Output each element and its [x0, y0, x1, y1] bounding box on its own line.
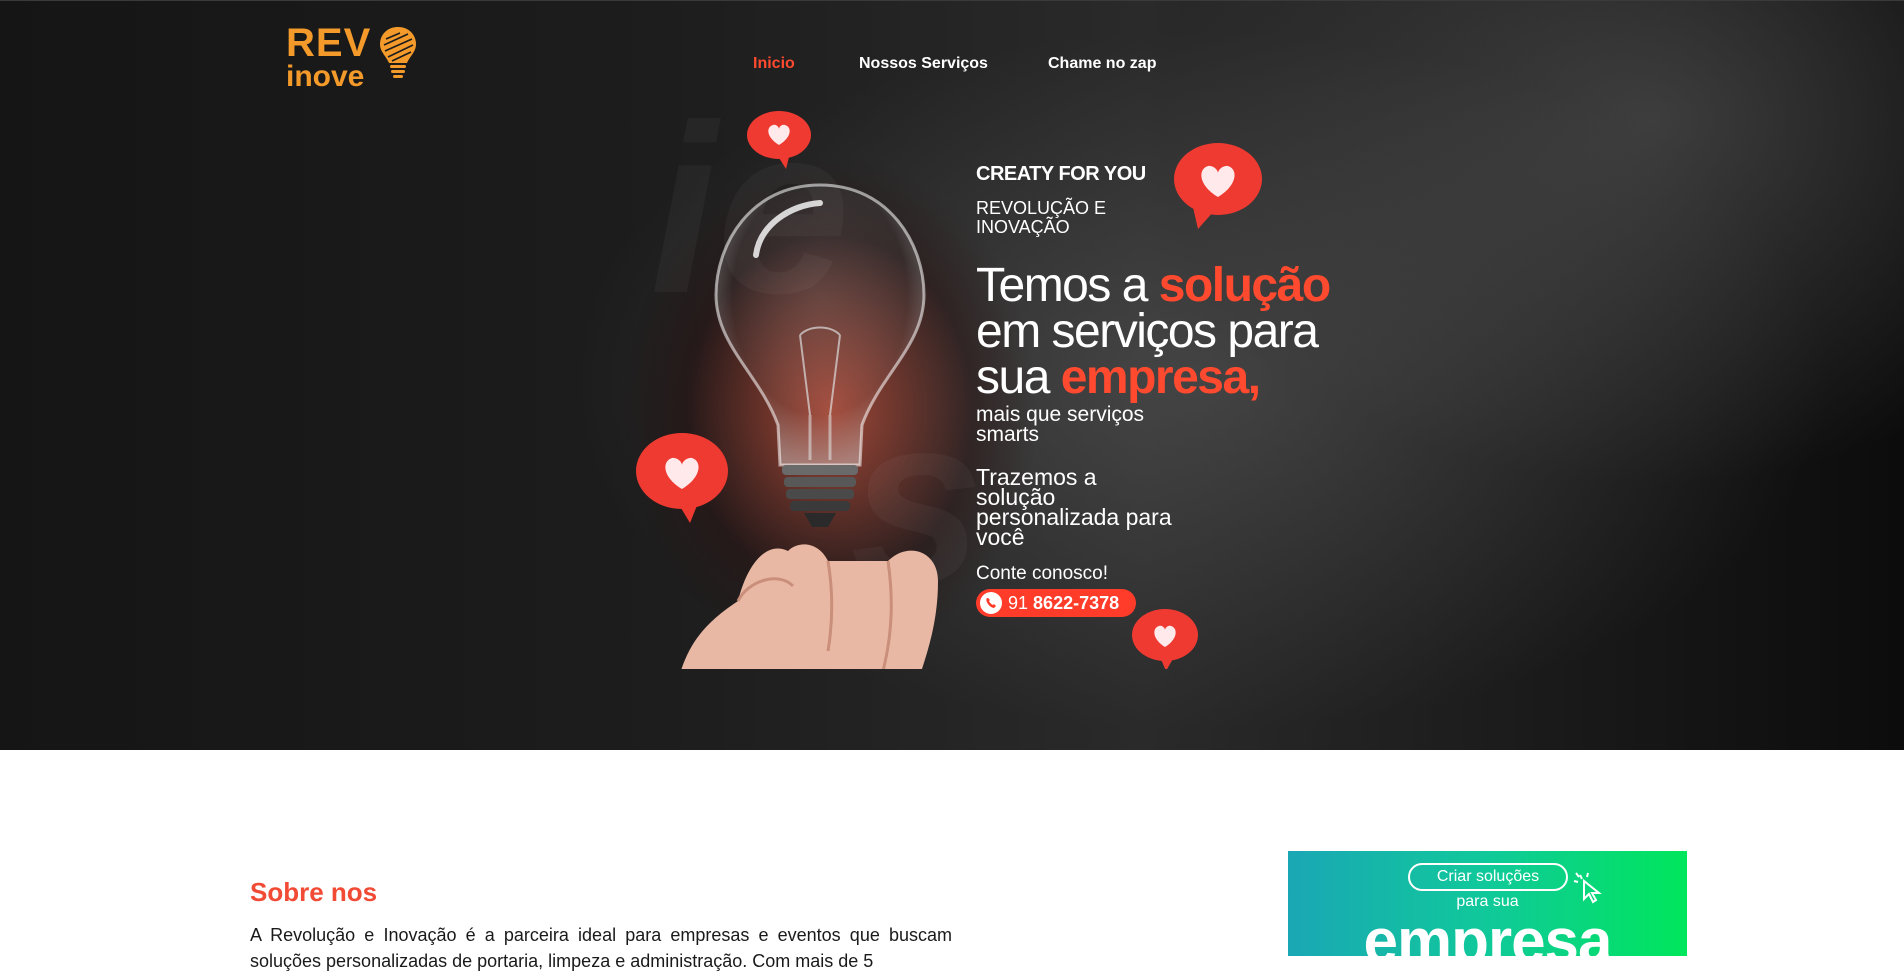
- about-title: Sobre nos: [250, 877, 378, 907]
- nav-item-inicio[interactable]: Inicio: [753, 55, 795, 73]
- banner-contact-label: Conte conosco!: [976, 563, 1109, 584]
- promo-image: Criar soluções para sua empresa: [1288, 851, 1687, 956]
- hero-banner: ie s: [620, 111, 1360, 669]
- banner-brand: CREATY FOR YOU: [976, 163, 1146, 185]
- headline-highlight: empresa,: [1060, 351, 1261, 404]
- phone-prefix: 91: [1008, 592, 1029, 613]
- whatsapp-icon: [980, 592, 1002, 614]
- nav-item-chame-no-zap[interactable]: Chame no zap: [1048, 55, 1156, 73]
- heart-bubble-icon: [1174, 143, 1262, 229]
- heart-bubble-icon: [747, 111, 811, 169]
- promo-title: empresa: [1363, 907, 1612, 957]
- nav-item-nossos-servicos[interactable]: Nossos Serviços: [859, 55, 988, 73]
- phone-digits: 8622-7378: [1033, 592, 1120, 613]
- main-nav: Inicio Nossos Serviços Chame no zap: [0, 55, 1904, 77]
- banner-subtitle: mais que serviços smarts: [976, 403, 1145, 446]
- hand-photo: [681, 544, 938, 669]
- banner-tagline: REVOLUÇÃO E INOVAÇÃO: [976, 198, 1107, 237]
- heart-bubble-icon: [636, 433, 728, 523]
- about-text: A Revolução e Inovação é a parceira idea…: [250, 925, 952, 971]
- promo-pill: Criar soluções: [1408, 863, 1568, 891]
- phone-badge[interactable]: 91 8622-7378: [976, 589, 1136, 617]
- lightbulb-photo: [714, 183, 926, 527]
- heart-bubble-icon: [1132, 609, 1198, 669]
- hero-section: REV inove Inicio Nossos Serviços Chame n…: [0, 0, 1904, 750]
- banner-description: Trazemos a solução personalizada para vo…: [976, 464, 1172, 550]
- phone-number: 91 8622-7378: [1008, 593, 1119, 614]
- banner-headline: Temos a solução em serviços para sua emp…: [976, 262, 1360, 404]
